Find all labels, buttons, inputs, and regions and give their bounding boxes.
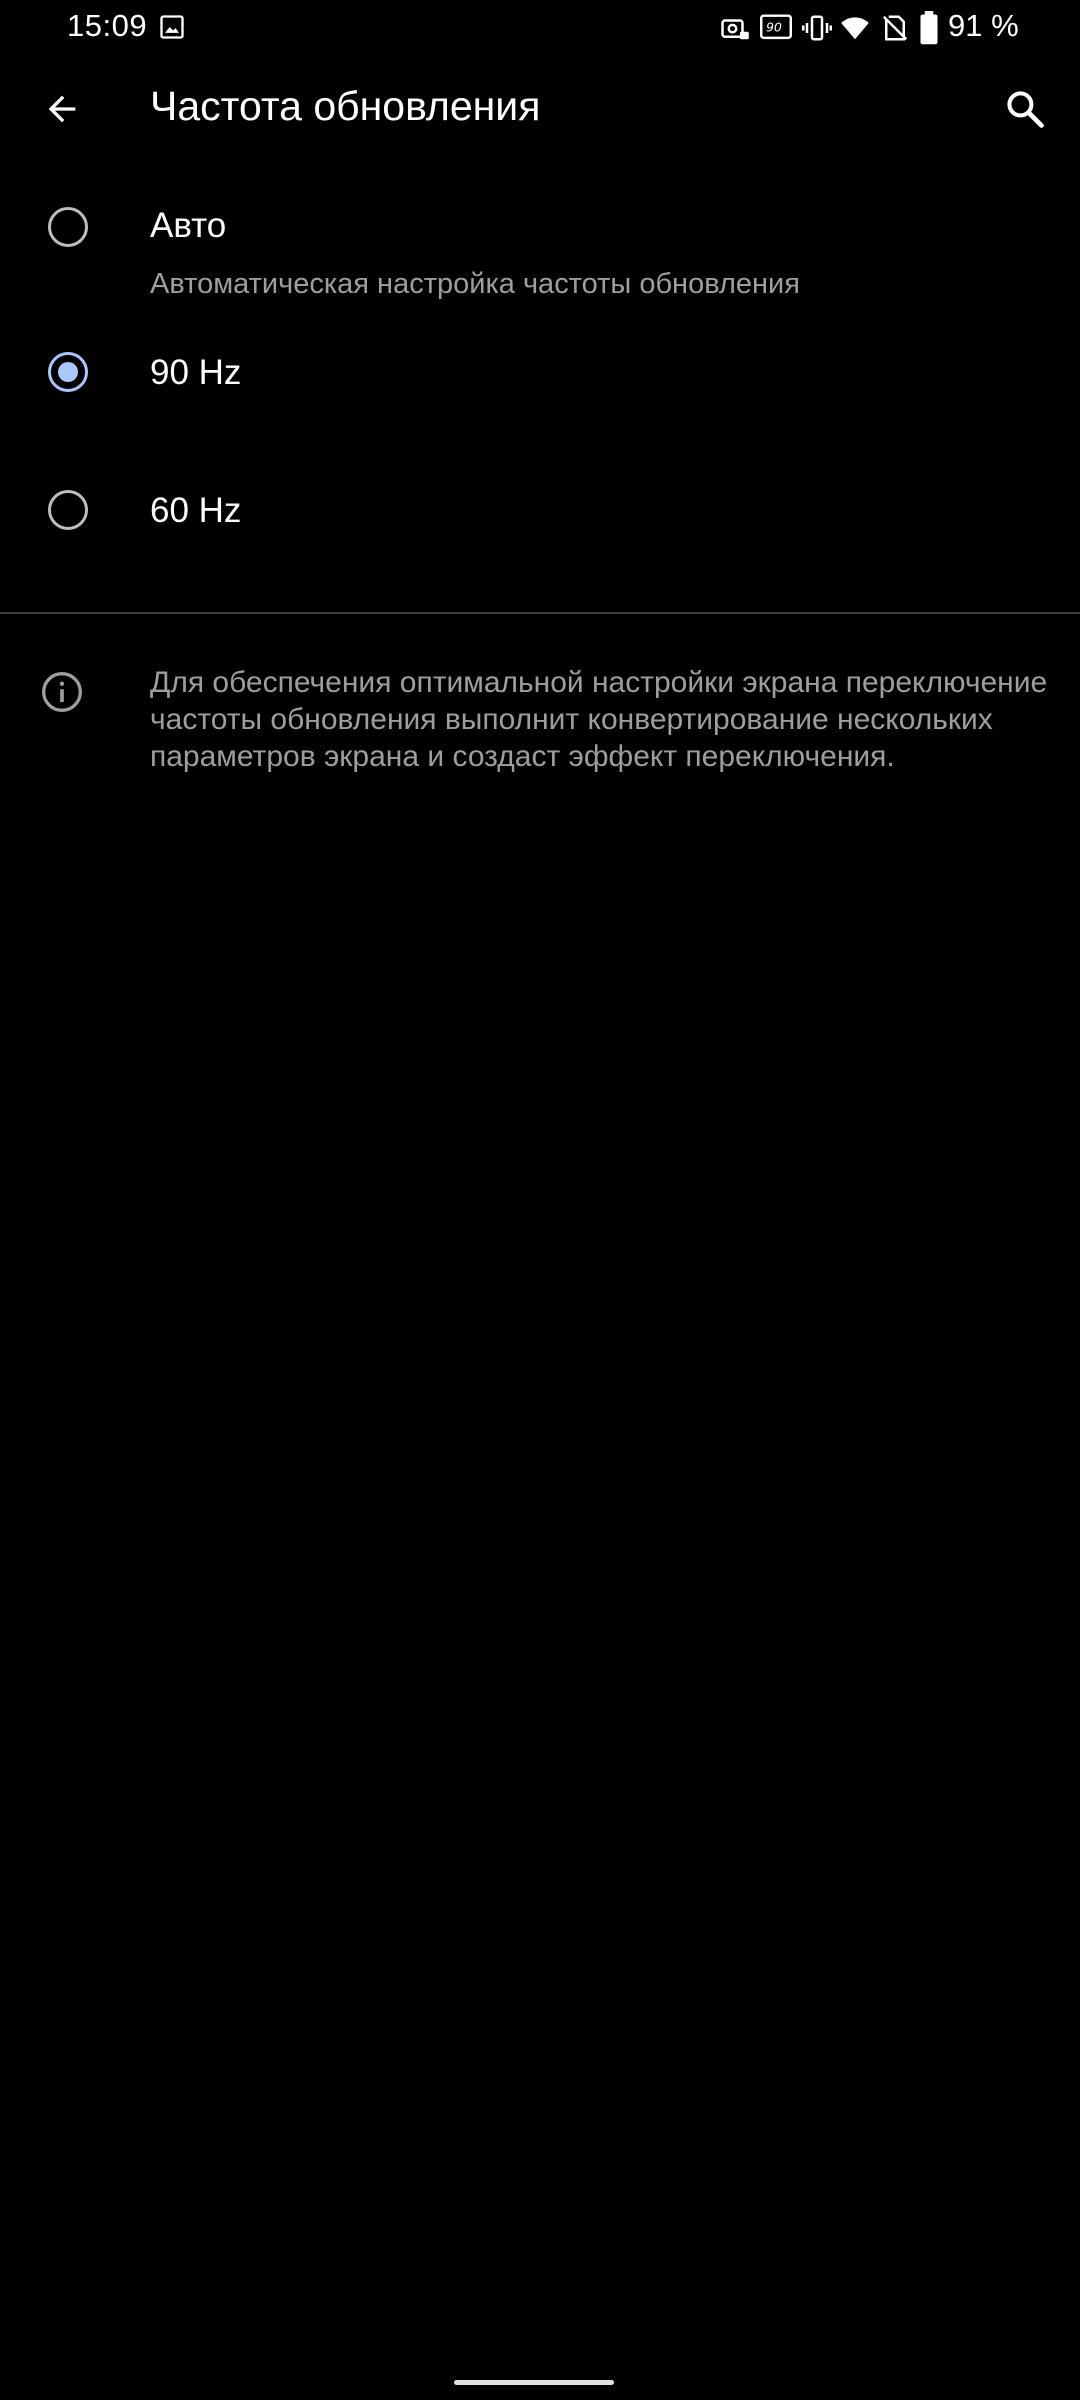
- no-sim-icon: [882, 15, 908, 41]
- info-icon: [42, 672, 82, 712]
- option-90hz-label: 90 Hz: [150, 353, 242, 392]
- app-bar: Частота обновления: [0, 56, 1080, 156]
- option-90hz[interactable]: 90 Hz: [0, 334, 1080, 434]
- svg-text:90: 90: [766, 21, 782, 35]
- refresh-rate-90-icon: 90: [760, 14, 792, 40]
- page-title: Частота обновления: [150, 83, 541, 129]
- battery-percentage: 91 %: [948, 8, 1019, 43]
- info-text: Для обеспечения оптимальной настройки эк…: [150, 666, 1048, 773]
- navigation-handle[interactable]: [454, 2380, 614, 2385]
- status-time: 15:09: [67, 8, 148, 43]
- option-auto-label: Авто: [150, 206, 227, 245]
- radio-90hz[interactable]: [48, 352, 88, 392]
- vibrate-icon: [802, 15, 832, 41]
- gallery-icon: [160, 15, 184, 39]
- arrow-back-icon: [48, 95, 76, 123]
- option-auto-summary: Автоматическая настройка частоты обновле…: [150, 268, 800, 300]
- radio-auto[interactable]: [48, 207, 88, 247]
- status-bar: 15:09 90 91 %: [0, 0, 1080, 56]
- divider: [0, 612, 1080, 614]
- radio-60hz[interactable]: [48, 490, 88, 530]
- camera-lock-icon: [721, 19, 749, 40]
- option-60hz-label: 60 Hz: [150, 491, 242, 530]
- search-icon: [1007, 91, 1044, 128]
- search-button[interactable]: [995, 79, 1055, 139]
- option-60hz[interactable]: 60 Hz: [0, 472, 1080, 572]
- back-button[interactable]: [32, 79, 92, 139]
- wifi-icon: [841, 17, 869, 40]
- option-auto[interactable]: Авто Автоматическая настройка частоты об…: [0, 190, 1080, 320]
- battery-icon: [920, 11, 938, 45]
